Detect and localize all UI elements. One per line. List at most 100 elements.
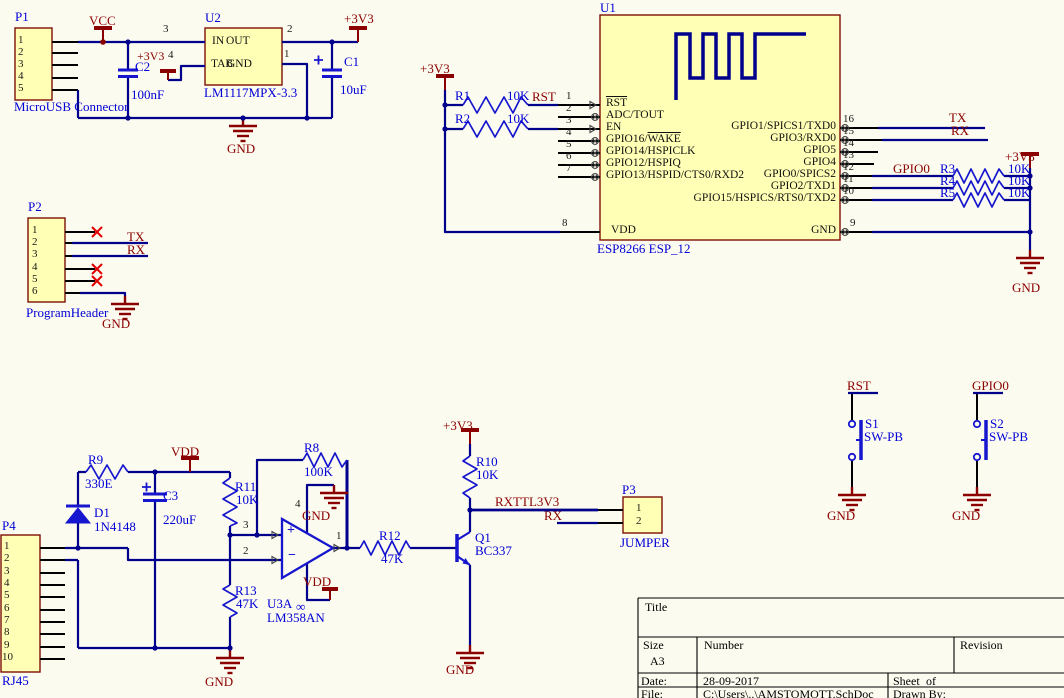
p3-pin: 2 (636, 516, 642, 527)
p1-desc: MicroUSB Connector (14, 100, 128, 113)
u2-pin2-num: 2 (287, 24, 293, 35)
p4-pin: 2 (4, 553, 10, 564)
u1-pin-num: 9 (850, 218, 856, 229)
net-label-rst: RST (532, 90, 556, 103)
net-label-3v3: +3V3 (344, 12, 374, 25)
titleblock-file-label: File: (641, 688, 663, 698)
wires (65, 42, 1030, 648)
r8-value: 100K (304, 465, 333, 478)
net-label-rst-s1: RST (847, 379, 871, 392)
u1-pin-num: 15 (843, 126, 854, 137)
p4-pin: 3 (4, 566, 10, 577)
gnd-r13-icon (216, 650, 244, 673)
titleblock-date-value: 28-09-2017 (703, 675, 759, 687)
u1-pin-num: 11 (843, 174, 854, 185)
u1-pin-name: GPIO2/TXD1 (600, 181, 836, 193)
r11-value: 10K (236, 493, 258, 506)
u1-pin-num: 7 (566, 163, 572, 174)
net-label-rxttl3v3: RXTTL3V3 (495, 495, 559, 508)
net-label-vcc: VCC (89, 14, 116, 27)
net-label-gnd-opamp: GND (302, 509, 330, 522)
p1-pin: 4 (18, 71, 24, 82)
u1-pin-num: 6 (566, 151, 572, 162)
net-label-gpio0: GPIO0 (893, 162, 930, 175)
q1-transistor-icon[interactable] (457, 532, 470, 565)
p2-pin: 6 (32, 286, 38, 297)
u1-pin-name: GPIO5 (600, 145, 836, 157)
u3a-pin3-num: 3 (243, 520, 249, 531)
p2-pin: 3 (32, 249, 38, 260)
c2-value: 100nF (131, 88, 164, 101)
p4-desc: RJ45 (2, 674, 29, 687)
u2-pin-gnd-name: GND (227, 59, 252, 71)
q1-value: BC337 (475, 544, 512, 557)
p3-desc: JUMPER (620, 536, 670, 549)
r2-value: 10K (507, 112, 529, 125)
net-label-gnd-s1: GND (827, 509, 855, 522)
u1-pin-name: ADC/TOUT (606, 110, 664, 122)
u3a-ref: U3A (267, 597, 292, 610)
p3-pin: 1 (636, 503, 642, 514)
p3-body (623, 497, 662, 533)
p3-ref: P3 (622, 483, 636, 496)
net-label-gpio0-s2: GPIO0 (972, 379, 1009, 392)
u3a-pin4-num: 4 (295, 499, 301, 510)
titleblock-sheet-label: Sheet (893, 675, 920, 687)
net-label-gnd-s2: GND (952, 509, 980, 522)
r9-value: 330E (85, 477, 112, 490)
p2-pin: 5 (32, 274, 38, 285)
p1-pin: 1 (18, 35, 24, 46)
s1-value: SW-PB (864, 430, 903, 443)
titleblock-date-label: Date: (641, 675, 667, 687)
net-label-vdd-opamp: VDD (303, 575, 331, 588)
u1-pin-num: 14 (843, 138, 854, 149)
u1-pin-name: GPIO3/RXD0 (600, 133, 836, 145)
u3a-pin1-num: 1 (336, 531, 342, 542)
junction-dots (75, 39, 1032, 650)
net-label-rx-p3: RX (544, 509, 562, 522)
c3-value: 220uF (163, 513, 196, 526)
p4-pin: 6 (4, 603, 10, 614)
u1-pin-name: GPIO15/HSPICS/RTS0/TXD2 (600, 193, 836, 205)
p2-desc: ProgramHeader (26, 306, 108, 319)
titleblock-of-label: of (926, 675, 936, 687)
r5-ref: R5 (940, 186, 955, 199)
vdd-flag-icon (181, 458, 199, 472)
u1-pin-name: RST (606, 98, 627, 110)
r1-ref: R1 (455, 89, 470, 102)
p4-pin: 9 (4, 640, 10, 651)
u1-pin-num: 10 (843, 186, 854, 197)
r10-value: 10K (476, 468, 498, 481)
u1-pin-num: 13 (843, 150, 854, 161)
p1-pin: 5 (18, 83, 24, 94)
p1-pin: 2 (18, 47, 24, 58)
u1-pin-name: GND (600, 225, 836, 237)
p4-pin: 7 (4, 615, 10, 626)
r8-ref: R8 (304, 441, 319, 454)
net-label-rx: RX (951, 124, 969, 137)
u1-pin-name: GPIO1/SPICS1/TXD0 (600, 121, 836, 133)
schematic-canvas (0, 0, 1064, 698)
u2-pin1-num: 1 (284, 49, 290, 60)
net-label-gnd-u1: GND (1012, 281, 1040, 294)
r10-symbol (463, 456, 477, 498)
r9-ref: R9 (88, 453, 103, 466)
s2-switch-icon[interactable] (974, 420, 986, 460)
net-label-vdd: VDD (171, 445, 199, 458)
s1-switch-icon[interactable] (849, 420, 861, 460)
p4-pin: 4 (4, 578, 10, 589)
v33-flag-icon (349, 28, 367, 42)
u1-ref: U1 (600, 1, 616, 14)
d1-diode-icon (66, 506, 90, 523)
p2-ref: P2 (28, 200, 42, 213)
net-label-3v3-esp: +3V3 (420, 62, 450, 75)
u1-value: ESP8266 ESP_12 (597, 242, 691, 255)
u3a-pin2-num: 2 (243, 546, 249, 557)
titleblock-title: Title (645, 601, 667, 613)
u3a-plus-sign: + (287, 524, 295, 538)
r5-value: 10K (1008, 186, 1030, 199)
titleblock-file-value: C:\Users\..\AMSTOMOTT.SchDoc (703, 688, 874, 698)
v33-tab-flag-icon (160, 71, 176, 80)
c1-ref: C1 (344, 55, 359, 68)
p1-pin: 3 (18, 59, 24, 70)
